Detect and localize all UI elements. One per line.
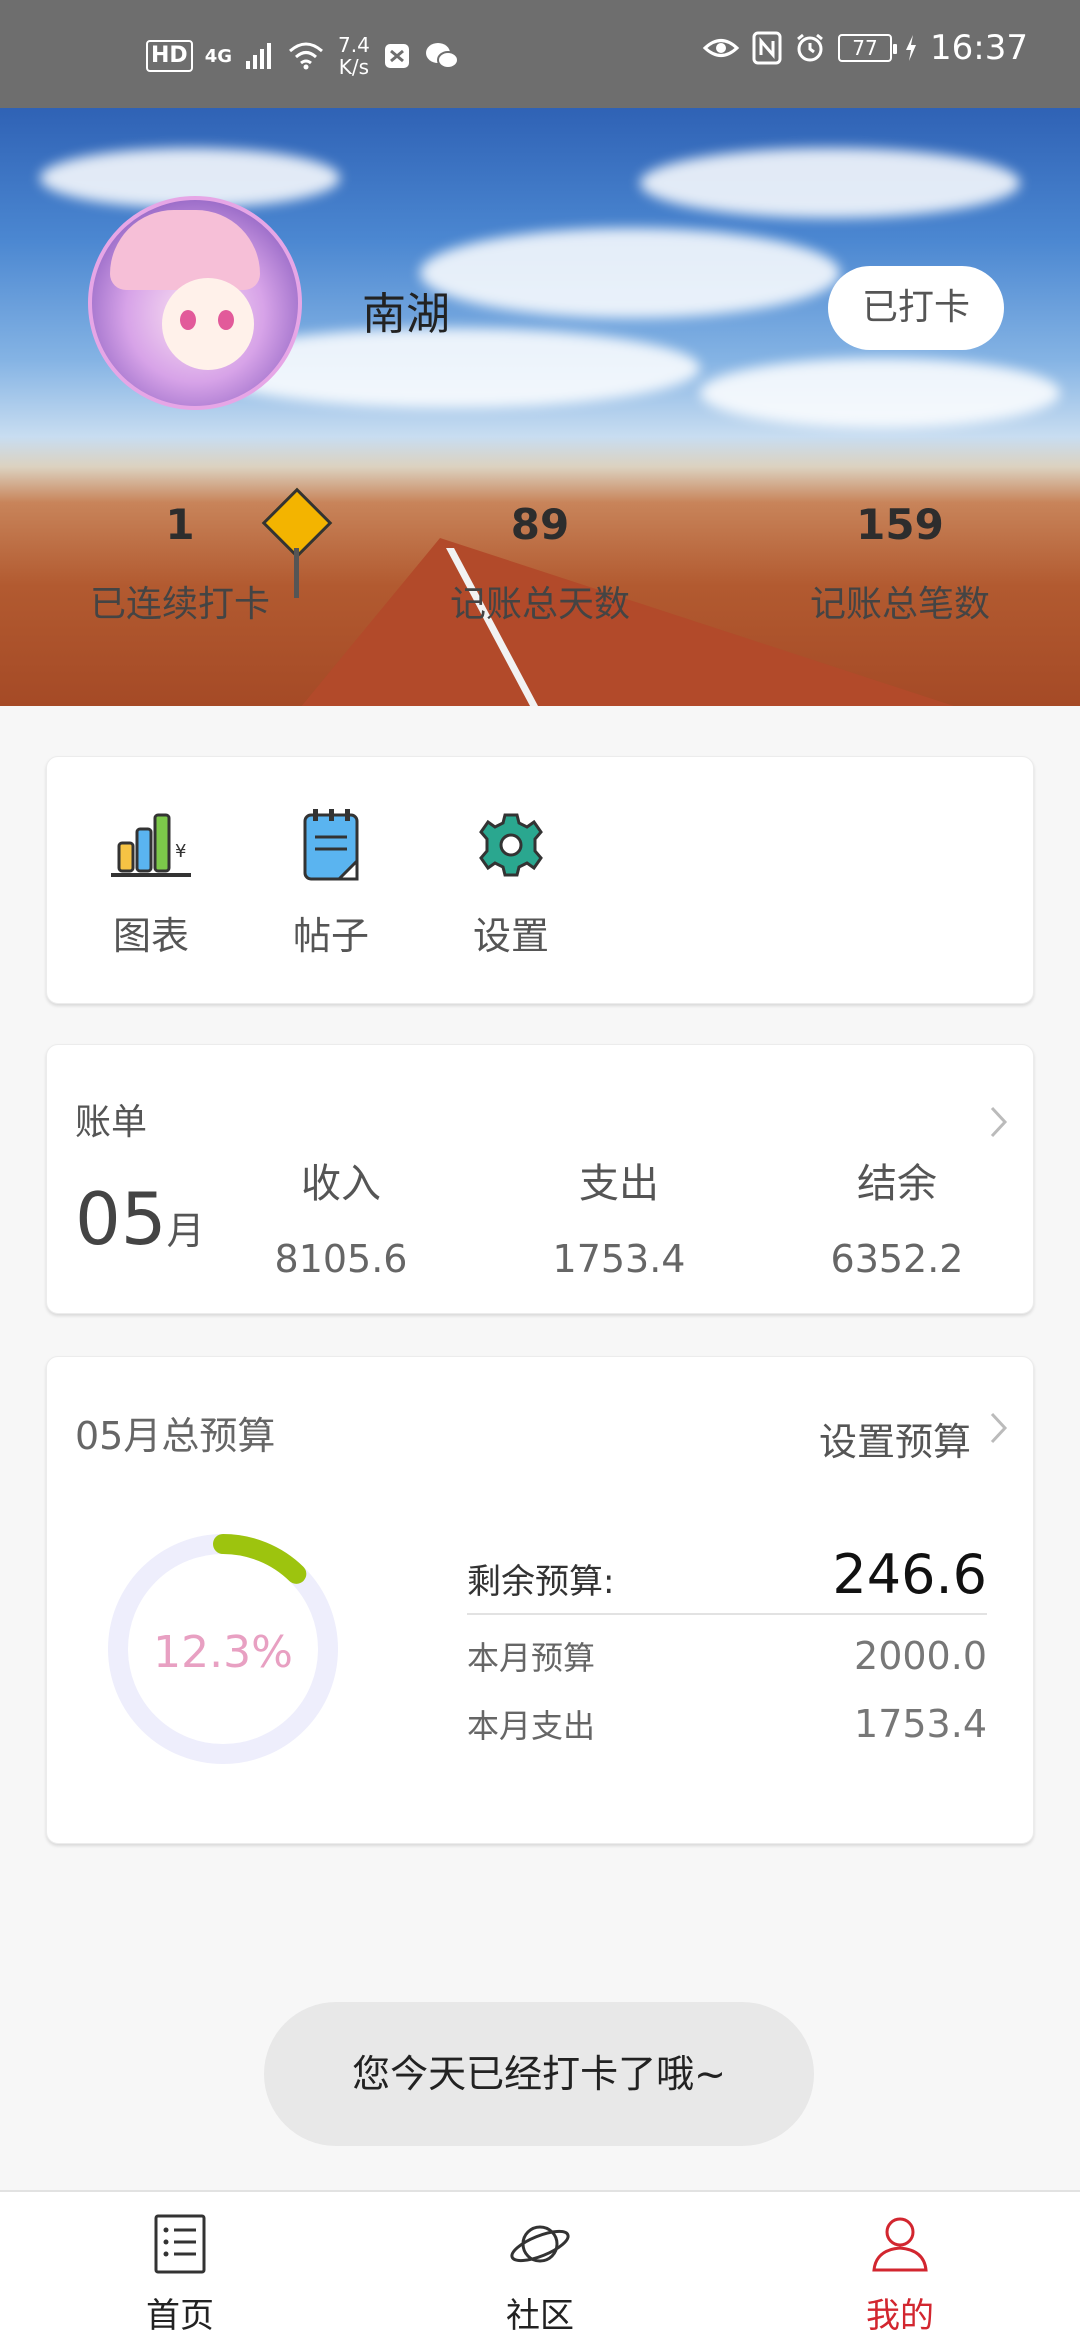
nav-mine[interactable]: 我的 [800, 2212, 1000, 2337]
nav-community[interactable]: 社区 [440, 2212, 640, 2337]
username: 南湖 [362, 289, 450, 340]
toast-message: 您今天已经打卡了哦~ [264, 2002, 814, 2146]
bottom-nav: 首页 社区 我的 [0, 2190, 1080, 2340]
bill-card[interactable]: 账单 05月 收入 8105.6 支出 1753.4 结余 6352.2 [46, 1044, 1034, 1314]
set-budget-button[interactable]: 设置预算 [819, 1411, 971, 1466]
person-icon [868, 2212, 932, 2276]
stat-label: 记账总笔数 [809, 584, 990, 625]
menu-item-chart[interactable]: ¥ 图表 [81, 807, 221, 960]
nav-label: 我的 [866, 2296, 934, 2336]
wechat-icon [425, 43, 459, 69]
stat-value: 1 [165, 500, 195, 549]
eye-comfort-icon [702, 39, 740, 57]
stat-value: 89 [510, 500, 570, 549]
alarm-icon [797, 33, 823, 62]
menu-card: ¥ 图表 帖子 设置 [46, 756, 1034, 1004]
menu-item-settings[interactable]: 设置 [441, 807, 581, 960]
bill-income: 收入 8105.6 [231, 1151, 451, 1281]
budget-title: 05月总预算 [75, 1414, 276, 1458]
month-expense-label: 本月支出 [467, 1707, 596, 1745]
gear-icon [469, 807, 553, 883]
bill-title: 账单 [75, 1102, 148, 1143]
bill-balance: 结余 6352.2 [787, 1151, 1007, 1281]
month-expense-row: 本月支出 1753.4 [467, 1701, 987, 1747]
stat-checkin-streak: 1 已连续打卡 [50, 500, 310, 627]
stat-value: 159 [856, 500, 944, 549]
bill-income-label: 收入 [301, 1161, 381, 1207]
month-budget-label: 本月预算 [467, 1639, 596, 1677]
speed-value: 7.4 [338, 33, 370, 57]
month-budget-value: 2000.0 [854, 1634, 987, 1678]
bill-income-value: 8105.6 [274, 1237, 408, 1281]
cloud [700, 358, 1060, 428]
avatar-face [162, 278, 254, 370]
charging-icon [906, 35, 917, 61]
bill-month-unit: 月 [166, 1209, 205, 1253]
chevron-right-icon [989, 1103, 1009, 1149]
bill-month: 05月 [75, 1177, 205, 1261]
planet-icon [508, 2212, 572, 2276]
svg-text:¥: ¥ [175, 841, 186, 862]
menu-label: 图表 [112, 914, 189, 958]
remaining-budget-value: 246.6 [832, 1543, 987, 1606]
avatar-eye [180, 310, 196, 330]
stat-label: 记账总天数 [449, 584, 630, 625]
cloud [640, 148, 1020, 218]
clock: 16:37 [930, 28, 1028, 68]
nfc-icon [752, 31, 782, 65]
month-budget-row: 本月预算 2000.0 [467, 1633, 987, 1679]
checkin-button[interactable]: 已打卡 [828, 266, 1004, 350]
avatar-hat [110, 210, 260, 290]
stat-total-records: 159 记账总笔数 [770, 500, 1030, 627]
profile-header: 南湖 已打卡 1 已连续打卡 89 记账总天数 159 记账总笔数 [0, 108, 1080, 706]
divider [467, 1613, 987, 1615]
nav-label: 首页 [146, 2296, 214, 2336]
bill-balance-value: 6352.2 [830, 1237, 964, 1281]
budget-percent: 12.3% [153, 1627, 293, 1678]
list-document-icon [148, 2212, 212, 2276]
menu-label: 帖子 [292, 914, 369, 958]
wifi-icon [289, 42, 323, 70]
remaining-budget-row: 剩余预算: 246.6 [467, 1543, 987, 1606]
status-bar-right: 77 16:37 [702, 28, 1028, 68]
status-bar: HD 4G 7.4 K/s 77 16:37 [0, 0, 1080, 108]
menu-label: 设置 [472, 914, 549, 958]
network-speed: 7.4 K/s [338, 34, 370, 78]
bill-expense-value: 1753.4 [552, 1237, 686, 1281]
speed-unit: K/s [338, 55, 370, 79]
bar-chart-icon: ¥ [109, 807, 193, 883]
nav-home[interactable]: 首页 [80, 2212, 280, 2337]
notepad-icon [289, 807, 373, 883]
battery-indicator: 77 [838, 34, 898, 62]
stat-total-days: 89 记账总天数 [410, 500, 670, 627]
nav-label: 社区 [506, 2296, 574, 2336]
remaining-budget-label: 剩余预算: [467, 1562, 615, 1602]
signal-icon [246, 43, 271, 69]
month-expense-value: 1753.4 [854, 1702, 987, 1746]
bill-expense-label: 支出 [579, 1161, 659, 1207]
avatar-eye [218, 310, 234, 330]
network-type: 4G [204, 45, 232, 67]
menu-item-posts[interactable]: 帖子 [261, 807, 401, 960]
avatar[interactable] [88, 196, 302, 410]
stat-label: 已连续打卡 [89, 584, 270, 625]
chevron-right-icon[interactable] [989, 1409, 1009, 1455]
bill-month-number: 05 [75, 1177, 167, 1261]
cloud [420, 228, 840, 318]
app-notification-icon [384, 44, 409, 68]
status-bar-left: HD 4G 7.4 K/s [146, 34, 460, 78]
budget-card: 05月总预算 设置预算 12.3% 剩余预算: 246.6 本月预算 2000.… [46, 1356, 1034, 1844]
bill-balance-label: 结余 [857, 1161, 937, 1207]
bill-expense: 支出 1753.4 [509, 1151, 729, 1281]
hd-indicator: HD [146, 40, 193, 72]
